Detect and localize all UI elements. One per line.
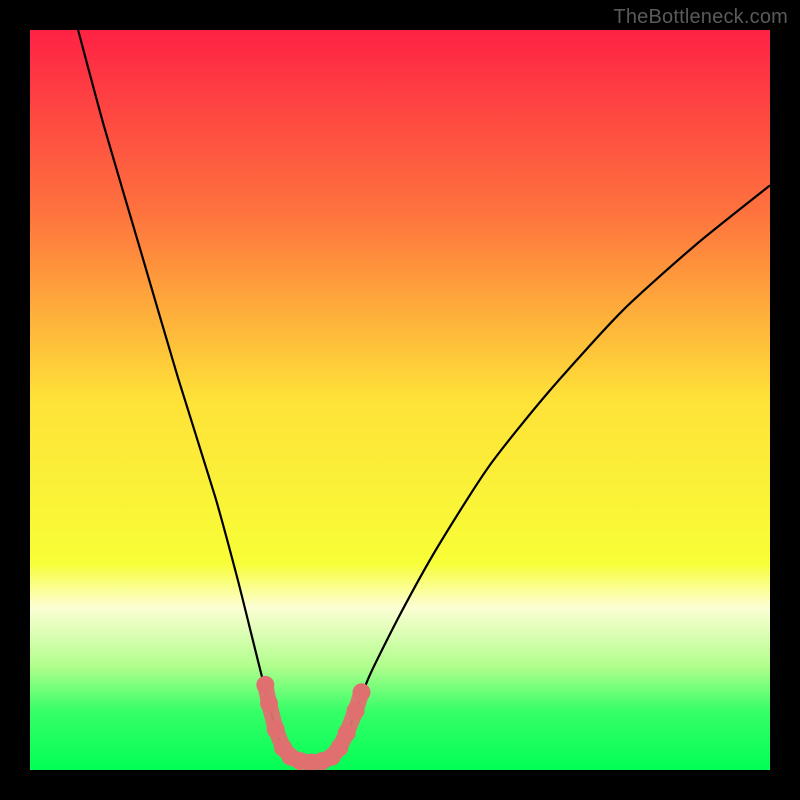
marker-point: [256, 676, 274, 694]
marker-point: [267, 720, 285, 738]
bottleneck-chart: [0, 0, 800, 800]
watermark-text: TheBottleneck.com: [613, 6, 788, 29]
chart-background-gradient: [30, 30, 770, 770]
marker-point: [347, 702, 365, 720]
marker-point: [353, 683, 371, 701]
chart-container: TheBottleneck.com: [0, 0, 800, 800]
marker-point: [338, 724, 356, 742]
marker-point: [260, 694, 278, 712]
